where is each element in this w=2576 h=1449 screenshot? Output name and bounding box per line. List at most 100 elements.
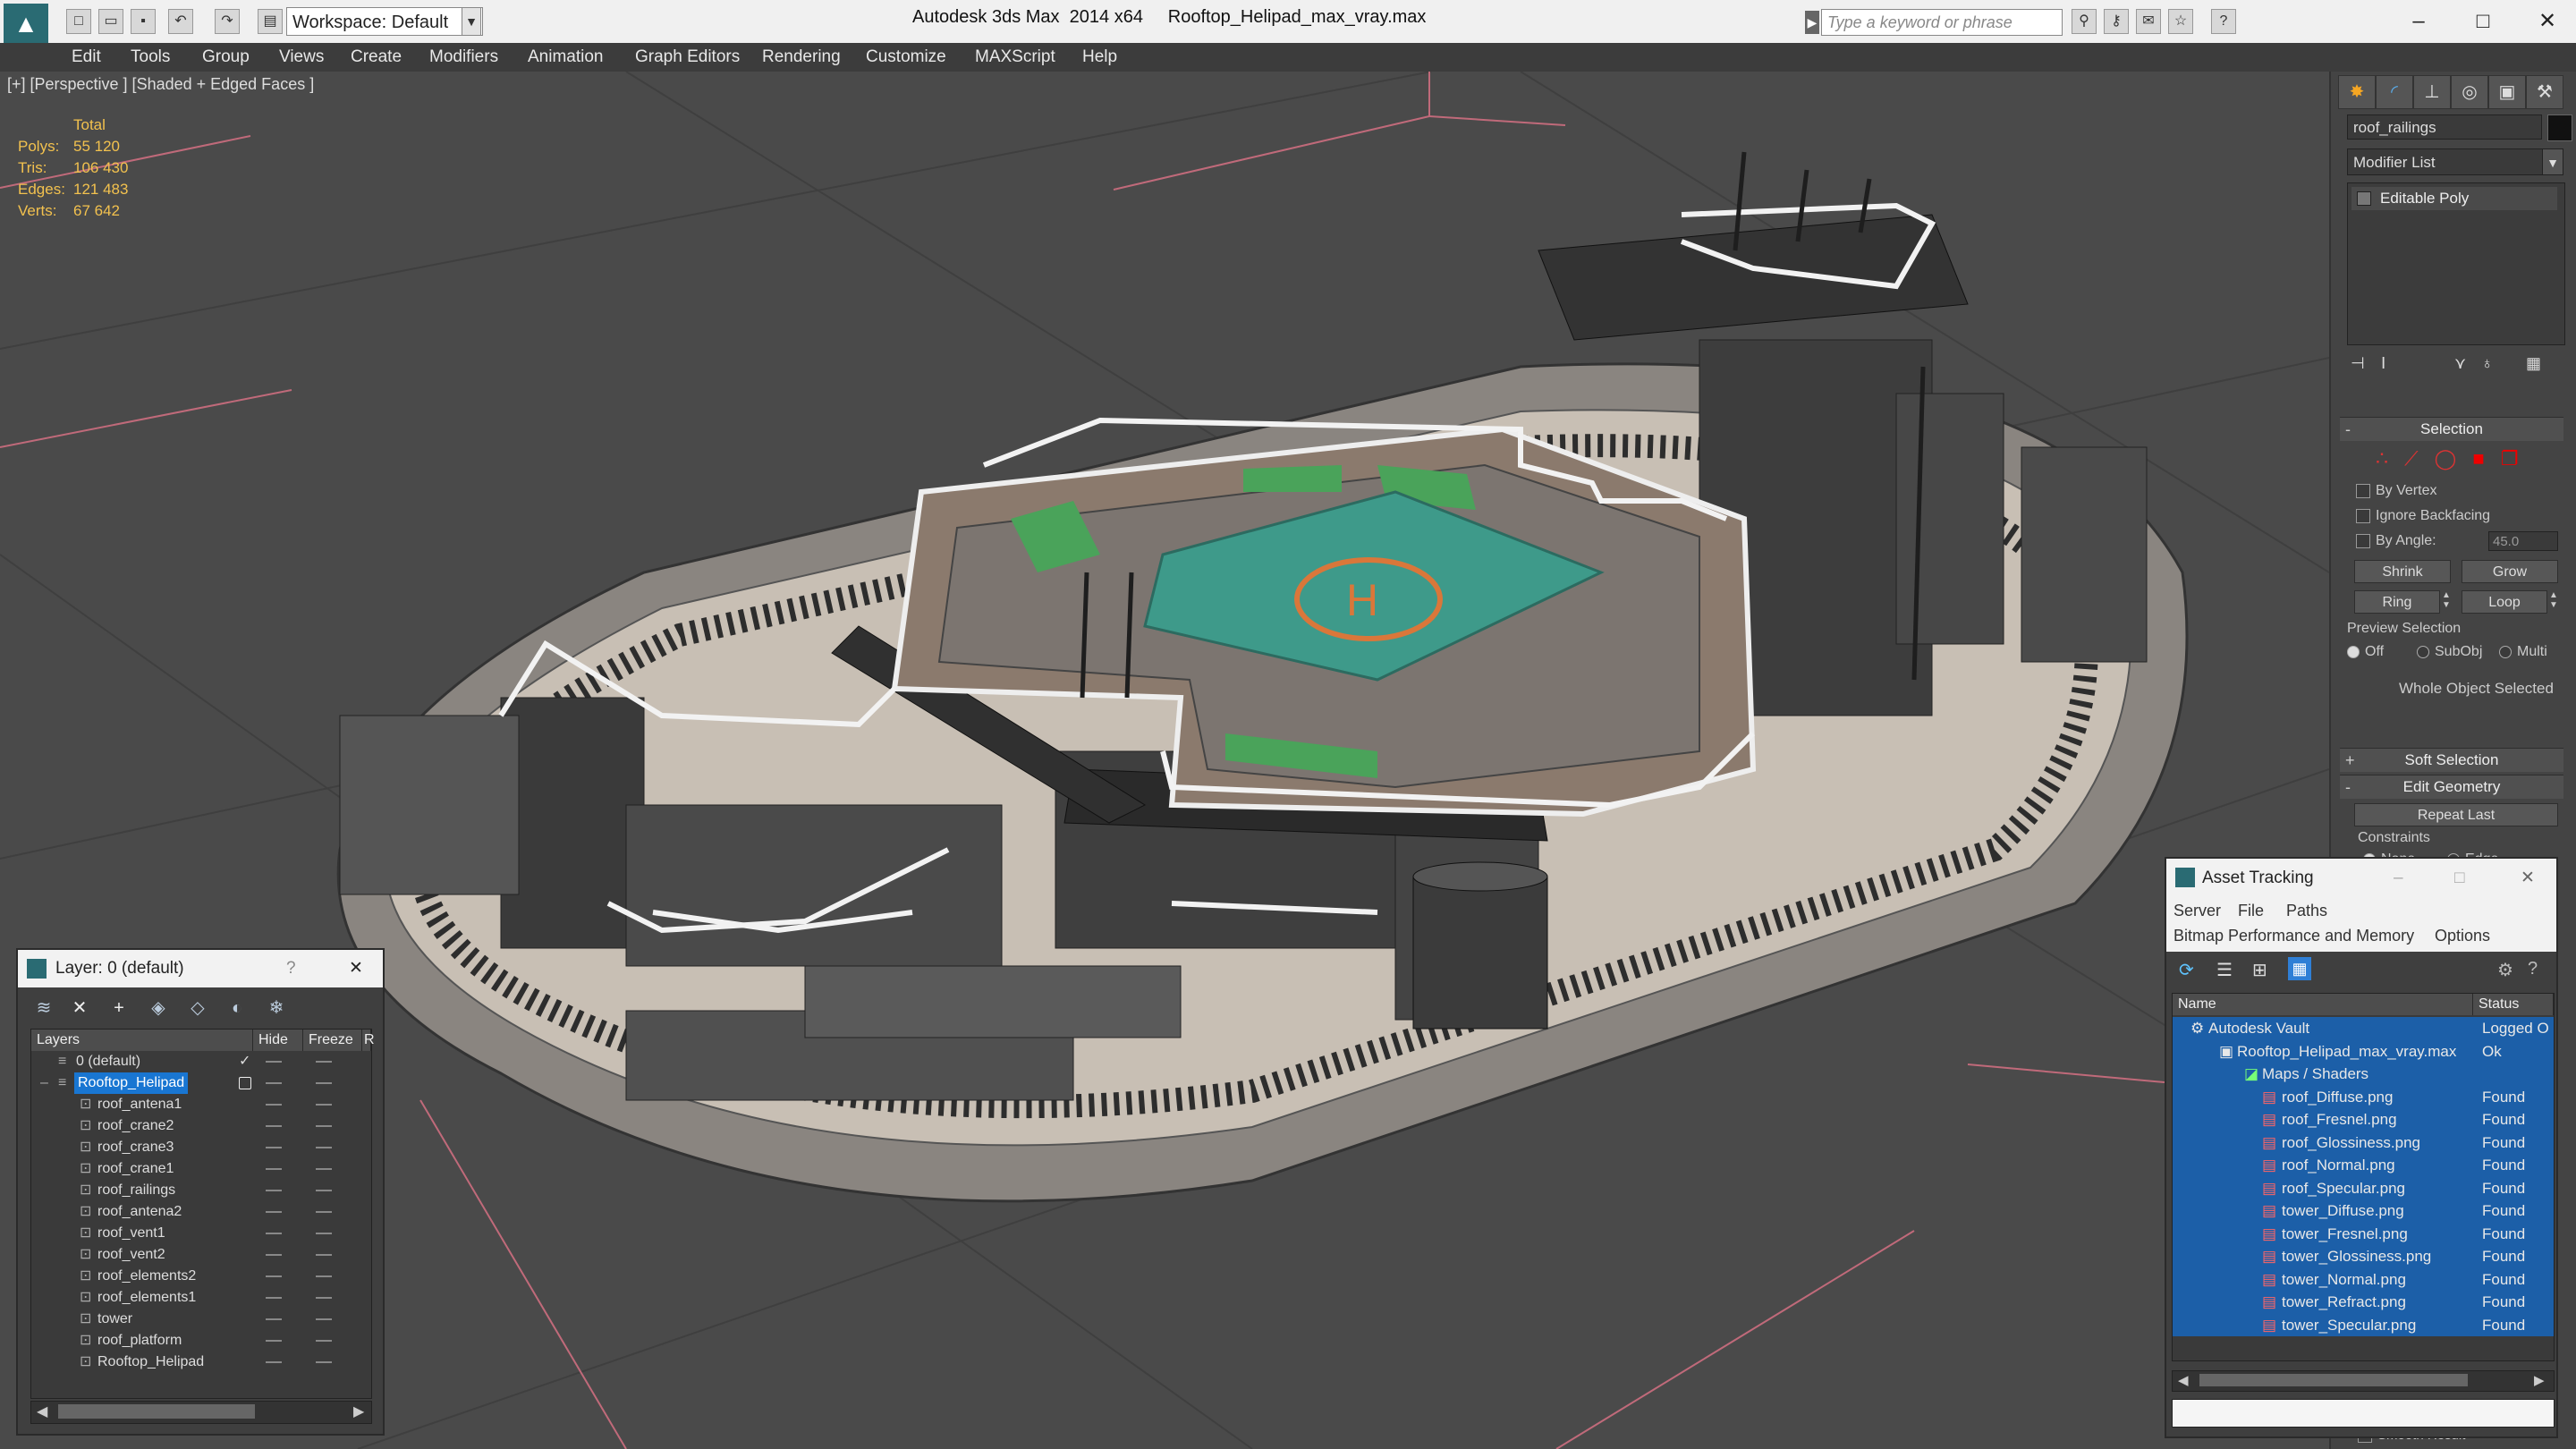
asset-row[interactable]: ▤ roof_Specular.png Found bbox=[2173, 1176, 2554, 1199]
menu-modifiers[interactable]: Modifiers bbox=[429, 43, 498, 72]
asset-row[interactable]: ▤ tower_Glossiness.png Found bbox=[2173, 1245, 2554, 1268]
help-icon[interactable]: ? bbox=[2211, 9, 2236, 34]
shrink-button[interactable]: Shrink bbox=[2354, 560, 2451, 583]
add-layer-icon[interactable]: + bbox=[106, 995, 132, 1021]
asset-row[interactable]: ▤ roof_Normal.png Found bbox=[2173, 1154, 2554, 1177]
freeze-toggle[interactable] bbox=[316, 1190, 332, 1191]
hide-toggle[interactable] bbox=[266, 1082, 282, 1084]
configure-sets-icon[interactable]: ▦ bbox=[2526, 354, 2541, 373]
asset-row[interactable]: ▤ tower_Diffuse.png Found bbox=[2173, 1199, 2554, 1223]
column-header-hide[interactable]: Hide bbox=[253, 1030, 303, 1051]
freeze-toggle[interactable] bbox=[316, 1361, 332, 1363]
menu-options[interactable]: Options bbox=[2435, 927, 2490, 945]
preview-multi-option[interactable]: Multi bbox=[2499, 644, 2547, 660]
list-view-icon[interactable]: ☰ bbox=[2216, 959, 2233, 981]
hide-toggle[interactable] bbox=[266, 1340, 282, 1342]
layer-row[interactable]: ⊡ roof_crane1 bbox=[31, 1158, 371, 1180]
freeze-toggle[interactable] bbox=[316, 1147, 332, 1148]
hide-toggle[interactable] bbox=[266, 1125, 282, 1127]
preview-off-option[interactable]: Off bbox=[2347, 644, 2384, 660]
vault-login-icon[interactable]: ⚙ bbox=[2497, 959, 2513, 981]
menu-animation[interactable]: Animation bbox=[528, 43, 604, 72]
checkbox[interactable] bbox=[2356, 508, 2370, 523]
hierarchy-tab-icon[interactable]: ⊥ bbox=[2413, 75, 2451, 109]
by-vertex-option[interactable]: By Vertex bbox=[2356, 483, 2436, 499]
horizontal-scrollbar[interactable]: ◀ ▶ bbox=[30, 1401, 372, 1424]
menu-edit[interactable]: Edit bbox=[72, 43, 101, 72]
make-unique-icon[interactable]: ⋎ bbox=[2454, 354, 2466, 373]
checkbox[interactable] bbox=[2356, 483, 2370, 498]
hide-toggle[interactable] bbox=[266, 1190, 282, 1191]
display-tab-icon[interactable]: ▣ bbox=[2488, 75, 2526, 109]
menu-group[interactable]: Group bbox=[202, 43, 250, 72]
close-button[interactable]: ✕ bbox=[2522, 5, 2572, 38]
asset-path-input[interactable] bbox=[2172, 1399, 2555, 1428]
preview-subobj-option[interactable]: SubObj bbox=[2417, 644, 2482, 660]
layer-row[interactable]: ⊡ roof_crane3 bbox=[31, 1137, 371, 1158]
chevron-down-icon[interactable]: ▼ bbox=[2542, 148, 2563, 175]
scroll-right-icon[interactable]: ▶ bbox=[353, 1402, 364, 1420]
chevron-down-icon[interactable]: ▼ bbox=[462, 7, 481, 36]
asset-row[interactable]: ◪ Maps / Shaders bbox=[2173, 1063, 2554, 1086]
selection-rollout-header[interactable]: - Selection bbox=[2340, 417, 2563, 441]
refresh-icon[interactable]: ⟳ bbox=[2179, 959, 2194, 981]
column-header-layers[interactable]: Layers bbox=[31, 1030, 253, 1051]
freeze-toggle[interactable] bbox=[316, 1168, 332, 1170]
favorites-star-icon[interactable]: ☆ bbox=[2168, 9, 2193, 34]
table-view-icon[interactable]: ▦ bbox=[2288, 957, 2311, 980]
freeze-all-icon[interactable]: ❄ bbox=[263, 995, 290, 1021]
save-icon[interactable]: ▪ bbox=[131, 9, 156, 34]
hide-all-icon[interactable]: ◐ bbox=[224, 995, 250, 1021]
maximize-button[interactable]: □ bbox=[2458, 5, 2508, 38]
hide-toggle[interactable] bbox=[266, 1104, 282, 1106]
asset-row[interactable]: ▤ tower_Normal.png Found bbox=[2173, 1267, 2554, 1291]
repeat-last-button[interactable]: Repeat Last bbox=[2354, 803, 2558, 826]
close-icon[interactable]: ✕ bbox=[349, 950, 363, 987]
grow-button[interactable]: Grow bbox=[2462, 560, 2558, 583]
freeze-toggle[interactable] bbox=[316, 1254, 332, 1256]
hide-toggle[interactable] bbox=[266, 1233, 282, 1234]
maximize-icon[interactable]: □ bbox=[2454, 859, 2464, 898]
layer-row[interactable]: ⊡ tower bbox=[31, 1309, 371, 1330]
viewport-label[interactable]: [+] [Perspective ] [Shaded + Edged Faces… bbox=[7, 75, 314, 94]
ignore-backfacing-option[interactable]: Ignore Backfacing bbox=[2356, 508, 2490, 524]
scrollbar-thumb[interactable] bbox=[58, 1404, 255, 1419]
radio-button[interactable] bbox=[2347, 645, 2360, 658]
hide-toggle[interactable] bbox=[266, 1254, 282, 1256]
current-layer-box-icon[interactable] bbox=[239, 1077, 251, 1089]
help-icon[interactable]: ? bbox=[286, 950, 296, 987]
menu-help[interactable]: Help bbox=[1082, 43, 1117, 72]
menu-file[interactable]: File bbox=[2238, 902, 2264, 920]
modifier-list-dropdown[interactable]: Modifier List bbox=[2347, 148, 2558, 175]
border-mode-icon[interactable]: ◯ bbox=[2435, 447, 2457, 470]
new-file-icon[interactable]: □ bbox=[66, 9, 91, 34]
undo-icon[interactable]: ↶ bbox=[168, 9, 193, 34]
freeze-toggle[interactable] bbox=[316, 1104, 332, 1106]
freeze-toggle[interactable] bbox=[316, 1318, 332, 1320]
close-icon[interactable]: ✕ bbox=[2521, 859, 2535, 898]
menu-rendering[interactable]: Rendering bbox=[762, 43, 841, 72]
expand-arrow-icon[interactable]: ▶ bbox=[1805, 11, 1819, 34]
menu-create[interactable]: Create bbox=[351, 43, 402, 72]
scroll-right-icon[interactable]: ▶ bbox=[2534, 1372, 2545, 1388]
menu-customize[interactable]: Customize bbox=[866, 43, 946, 72]
angle-spinner[interactable]: 45.0 bbox=[2488, 531, 2558, 551]
horizontal-scrollbar[interactable]: ◀ ▶ bbox=[2172, 1370, 2555, 1392]
asset-row[interactable]: ▤ roof_Glossiness.png Found bbox=[2173, 1131, 2554, 1154]
loop-spinner-icon[interactable]: ▲ ▼ bbox=[2547, 590, 2560, 614]
menu-server[interactable]: Server bbox=[2174, 902, 2221, 920]
asset-row[interactable]: ▤ tower_Refract.png Found bbox=[2173, 1291, 2554, 1314]
expand-icon[interactable]: – bbox=[40, 1072, 48, 1094]
freeze-toggle[interactable] bbox=[316, 1211, 332, 1213]
freeze-toggle[interactable] bbox=[316, 1340, 332, 1342]
object-name-field[interactable]: roof_railings bbox=[2347, 114, 2542, 140]
hide-toggle[interactable] bbox=[266, 1061, 282, 1063]
perspective-viewport[interactable]: H [+] [Perspective ] [Shaded + Edged Fac… bbox=[0, 72, 2329, 1449]
layer-row[interactable]: – ≡ Rooftop_Helipad bbox=[31, 1072, 371, 1094]
freeze-toggle[interactable] bbox=[316, 1061, 332, 1063]
column-header-freeze[interactable]: Freeze bbox=[303, 1030, 362, 1051]
tree-view-icon[interactable]: ⊞ bbox=[2252, 959, 2267, 981]
freeze-toggle[interactable] bbox=[316, 1082, 332, 1084]
create-tab-icon[interactable]: ✸ bbox=[2338, 75, 2376, 109]
loop-button[interactable]: Loop bbox=[2462, 590, 2547, 614]
